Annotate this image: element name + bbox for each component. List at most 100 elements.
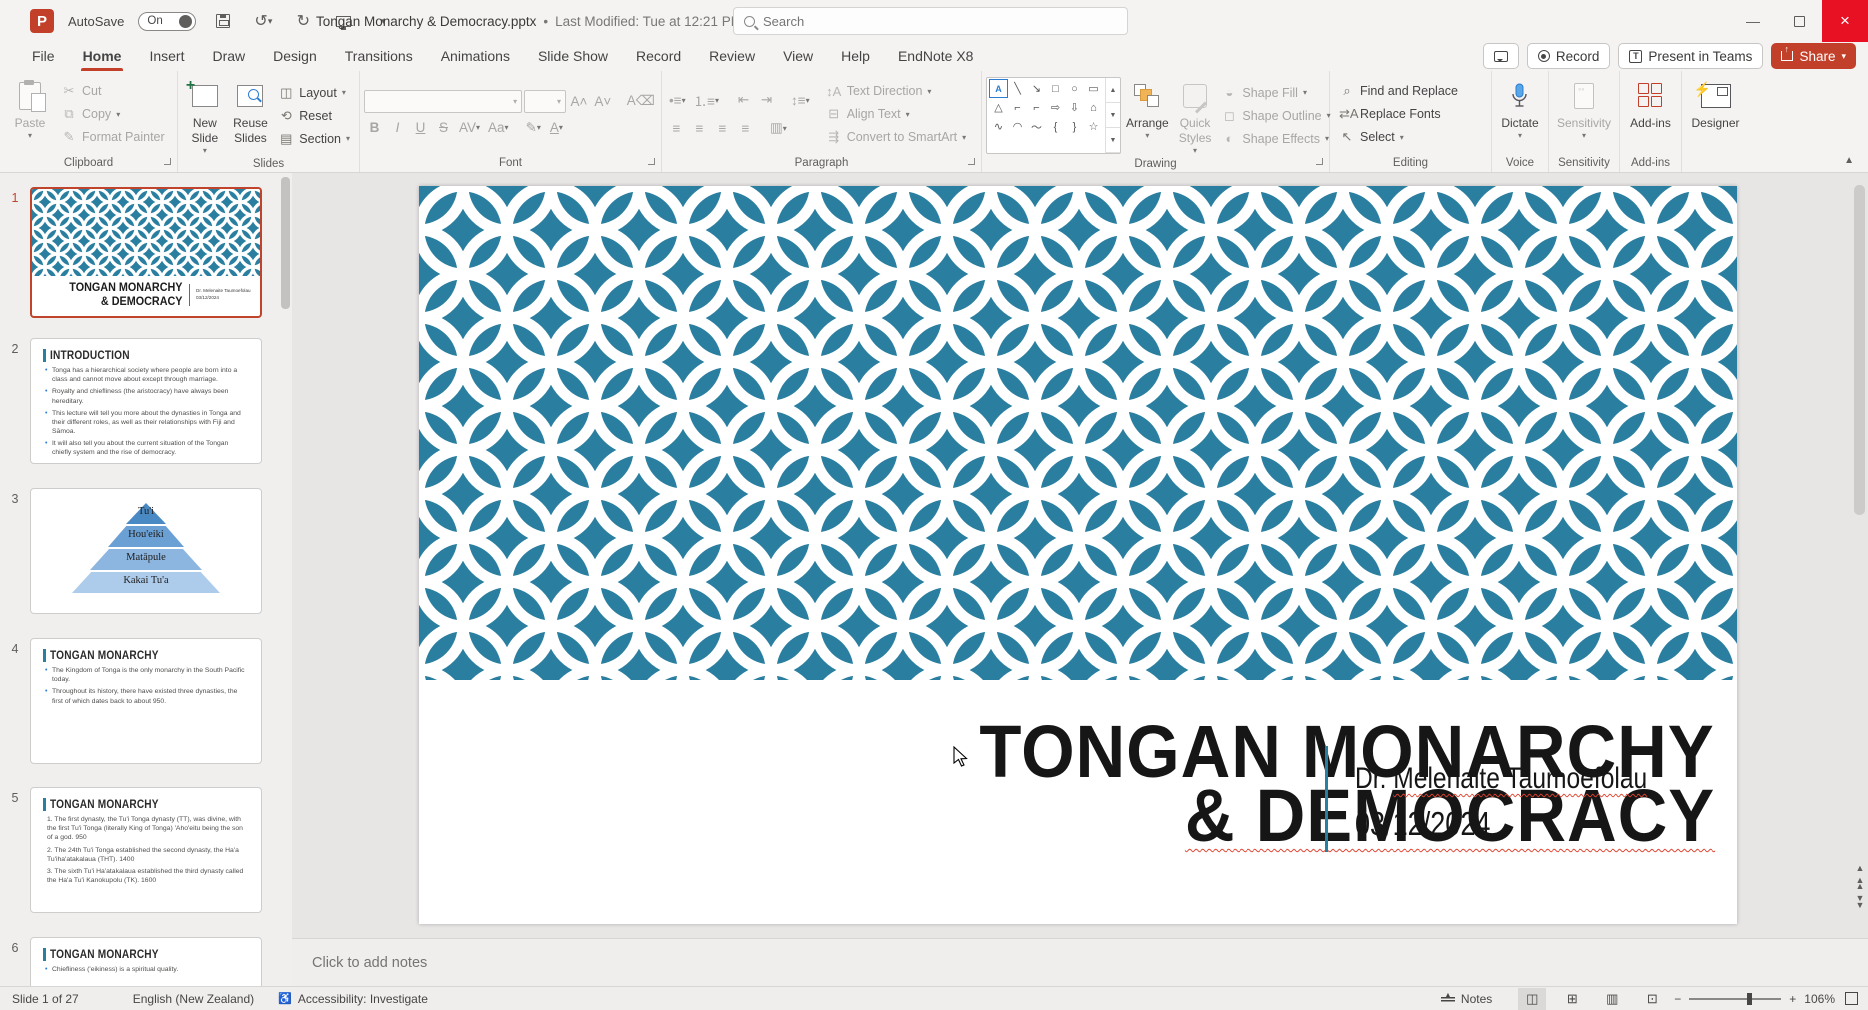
align-text-button[interactable]: ⊟Align Text▾ bbox=[821, 103, 971, 125]
text-direction-button[interactable]: ↕AText Direction▾ bbox=[821, 80, 971, 102]
arrange-button[interactable]: Arrange▾ bbox=[1121, 75, 1174, 156]
underline-button[interactable]: U bbox=[410, 117, 431, 139]
document-title[interactable]: Tongan Monarchy & Democracy.pptx • Last … bbox=[316, 0, 753, 42]
undo-dropdown-icon[interactable]: ▾ bbox=[268, 16, 273, 27]
shape-effects-button[interactable]: ◐Shape Effects▾ bbox=[1216, 128, 1335, 150]
slideshow-view-button[interactable]: ⊡ bbox=[1638, 988, 1666, 1010]
character-spacing-button[interactable]: AV▾ bbox=[456, 117, 483, 139]
powerpoint-logo-icon[interactable]: P bbox=[30, 9, 54, 33]
shape-outline-button[interactable]: ◻Shape Outline▾ bbox=[1216, 105, 1335, 127]
drawing-dialog-launcher-icon[interactable] bbox=[1316, 158, 1323, 165]
restore-button[interactable] bbox=[1776, 0, 1822, 42]
tab-design[interactable]: Design bbox=[259, 43, 331, 71]
tab-animations[interactable]: Animations bbox=[427, 43, 524, 71]
slide-sorter-view-button[interactable]: ⊞ bbox=[1558, 988, 1586, 1010]
justify-button[interactable]: ≡ bbox=[735, 117, 756, 139]
clipboard-dialog-launcher-icon[interactable] bbox=[164, 158, 171, 165]
new-slide-button[interactable]: New Slide▾ bbox=[182, 75, 228, 156]
close-button[interactable]: × bbox=[1822, 0, 1868, 42]
shadow-button[interactable]: S bbox=[433, 117, 454, 139]
tab-help[interactable]: Help bbox=[827, 43, 884, 71]
redo-button[interactable]: ↻ bbox=[290, 8, 316, 34]
zoom-slider-track[interactable] bbox=[1689, 998, 1781, 1000]
select-button[interactable]: ↖Select▾ bbox=[1334, 126, 1487, 148]
shapes-scroll-down-icon[interactable]: ▼ bbox=[1106, 103, 1120, 128]
convert-smartart-button[interactable]: ⇶Convert to SmartArt▾ bbox=[821, 126, 971, 148]
slide-canvas[interactable]: TONGAN MONARCHY & DEMOCRACY Dr. Melenait… bbox=[292, 173, 1868, 938]
thumbnail-panel-scrollbar[interactable] bbox=[281, 177, 290, 982]
tab-insert[interactable]: Insert bbox=[135, 43, 198, 71]
shapes-more-icon[interactable]: ▼ bbox=[1106, 128, 1120, 153]
bold-button[interactable]: B bbox=[364, 117, 385, 139]
sensitivity-button[interactable]: Sensitivity▾ bbox=[1552, 75, 1616, 153]
tab-file[interactable]: File bbox=[18, 43, 69, 71]
reset-button[interactable]: ⟲Reset bbox=[273, 105, 355, 127]
canvas-scrollbar[interactable] bbox=[1853, 177, 1866, 934]
shape-scribble-icon[interactable]: ∿ bbox=[989, 117, 1008, 136]
increase-indent-button[interactable]: ⇥ bbox=[756, 89, 777, 111]
dictate-button[interactable]: Dictate▾ bbox=[1496, 75, 1543, 153]
shape-fill-button[interactable]: ◒Shape Fill▾ bbox=[1216, 82, 1335, 104]
shape-triangle-icon[interactable]: △ bbox=[989, 98, 1008, 117]
record-button[interactable]: Record bbox=[1527, 43, 1611, 69]
shape-right-arrow-icon[interactable]: ⇨ bbox=[1046, 98, 1065, 117]
clear-formatting-button[interactable]: A⌫ bbox=[625, 90, 657, 112]
addins-button[interactable]: Add-ins bbox=[1625, 75, 1676, 153]
slide-thumbnail-6[interactable]: 6 TONGAN MONARCHY Chiefliness ('eikiness… bbox=[0, 937, 262, 986]
reuse-slides-button[interactable]: Reuse Slides bbox=[228, 75, 274, 156]
shape-elbow-arrow-icon[interactable]: ⌐ bbox=[1027, 98, 1046, 117]
tab-home[interactable]: Home bbox=[69, 43, 136, 71]
zoom-in-button[interactable]: + bbox=[1789, 992, 1796, 1006]
shape-l-shape-icon[interactable]: ⌂ bbox=[1084, 98, 1103, 117]
format-painter-button[interactable]: ✎Format Painter bbox=[56, 126, 173, 148]
align-center-button[interactable]: ≡ bbox=[689, 117, 710, 139]
shape-arc-icon[interactable]: ◠ bbox=[1008, 117, 1027, 136]
shape-star-icon[interactable]: ☆ bbox=[1084, 117, 1103, 136]
undo-button[interactable]: ↺▾ bbox=[250, 8, 276, 34]
font-dialog-launcher-icon[interactable] bbox=[648, 158, 655, 165]
find-replace-button[interactable]: ⌕Find and Replace bbox=[1334, 80, 1487, 102]
accessibility-status[interactable]: ♿ Accessibility: Investigate bbox=[266, 987, 440, 1010]
shape-elbow-connector-icon[interactable]: ⌐ bbox=[1008, 98, 1027, 117]
fit-slide-to-window-icon[interactable] bbox=[1845, 992, 1858, 1005]
quick-styles-button[interactable]: Quick Styles▾ bbox=[1174, 75, 1217, 156]
share-dropdown-icon[interactable]: ▾ bbox=[1841, 51, 1846, 62]
font-name-combobox[interactable]: ▾ bbox=[364, 90, 522, 113]
share-button[interactable]: Share ▾ bbox=[1771, 43, 1856, 69]
shape-right-brace-icon[interactable]: } bbox=[1065, 117, 1084, 136]
columns-button[interactable]: ▥▾ bbox=[767, 117, 790, 139]
slide-thumbnail-4[interactable]: 4 TONGAN MONARCHY The Kingdom of Tonga i… bbox=[0, 638, 262, 764]
italic-button[interactable]: I bbox=[387, 117, 408, 139]
notes-pane[interactable]: Click to add notes bbox=[292, 938, 1868, 986]
tab-view[interactable]: View bbox=[769, 43, 827, 71]
slide-counter[interactable]: Slide 1 of 27 bbox=[0, 987, 91, 1010]
decrease-font-size-button[interactable]: A˅ bbox=[592, 90, 614, 112]
normal-view-button[interactable]: ◫ bbox=[1518, 988, 1546, 1010]
layout-button[interactable]: ◫Layout▾ bbox=[273, 82, 355, 104]
copy-button[interactable]: ⧉Copy▾ bbox=[56, 103, 173, 125]
increase-font-size-button[interactable]: A˄ bbox=[568, 90, 590, 112]
zoom-level[interactable]: 106% bbox=[1804, 992, 1835, 1006]
shape-rectangle-icon[interactable]: □ bbox=[1046, 79, 1065, 98]
replace-fonts-button[interactable]: ⇄AReplace Fonts bbox=[1334, 103, 1487, 125]
font-name-dropdown-icon[interactable]: ▾ bbox=[513, 97, 517, 106]
shape-rounded-rectangle-icon[interactable]: ▭ bbox=[1084, 79, 1103, 98]
slide-editor[interactable]: TONGAN MONARCHY & DEMOCRACY Dr. Melenait… bbox=[419, 186, 1737, 924]
tab-record[interactable]: Record bbox=[622, 43, 695, 71]
decrease-indent-button[interactable]: ⇤ bbox=[733, 89, 754, 111]
cut-button[interactable]: ✂Cut bbox=[56, 80, 173, 102]
autosave-toggle[interactable]: On bbox=[138, 12, 196, 31]
present-in-teams-button[interactable]: T Present in Teams bbox=[1618, 43, 1763, 69]
font-color-button[interactable]: A▾ bbox=[546, 117, 567, 139]
next-slide-button[interactable]: ▼▼ bbox=[1856, 895, 1865, 908]
notes-toggle-button[interactable]: ▲ Notes bbox=[1429, 987, 1504, 1010]
align-left-button[interactable]: ≡ bbox=[666, 117, 687, 139]
search-bar[interactable] bbox=[733, 7, 1128, 35]
text-highlight-button[interactable]: ✎▾ bbox=[523, 117, 544, 139]
font-size-combobox[interactable]: ▾ bbox=[524, 90, 566, 113]
shape-textbox-icon[interactable]: A bbox=[989, 79, 1008, 98]
shape-left-brace-icon[interactable]: { bbox=[1046, 117, 1065, 136]
zoom-slider-thumb[interactable] bbox=[1747, 993, 1752, 1005]
save-button[interactable] bbox=[210, 8, 236, 34]
align-right-button[interactable]: ≡ bbox=[712, 117, 733, 139]
